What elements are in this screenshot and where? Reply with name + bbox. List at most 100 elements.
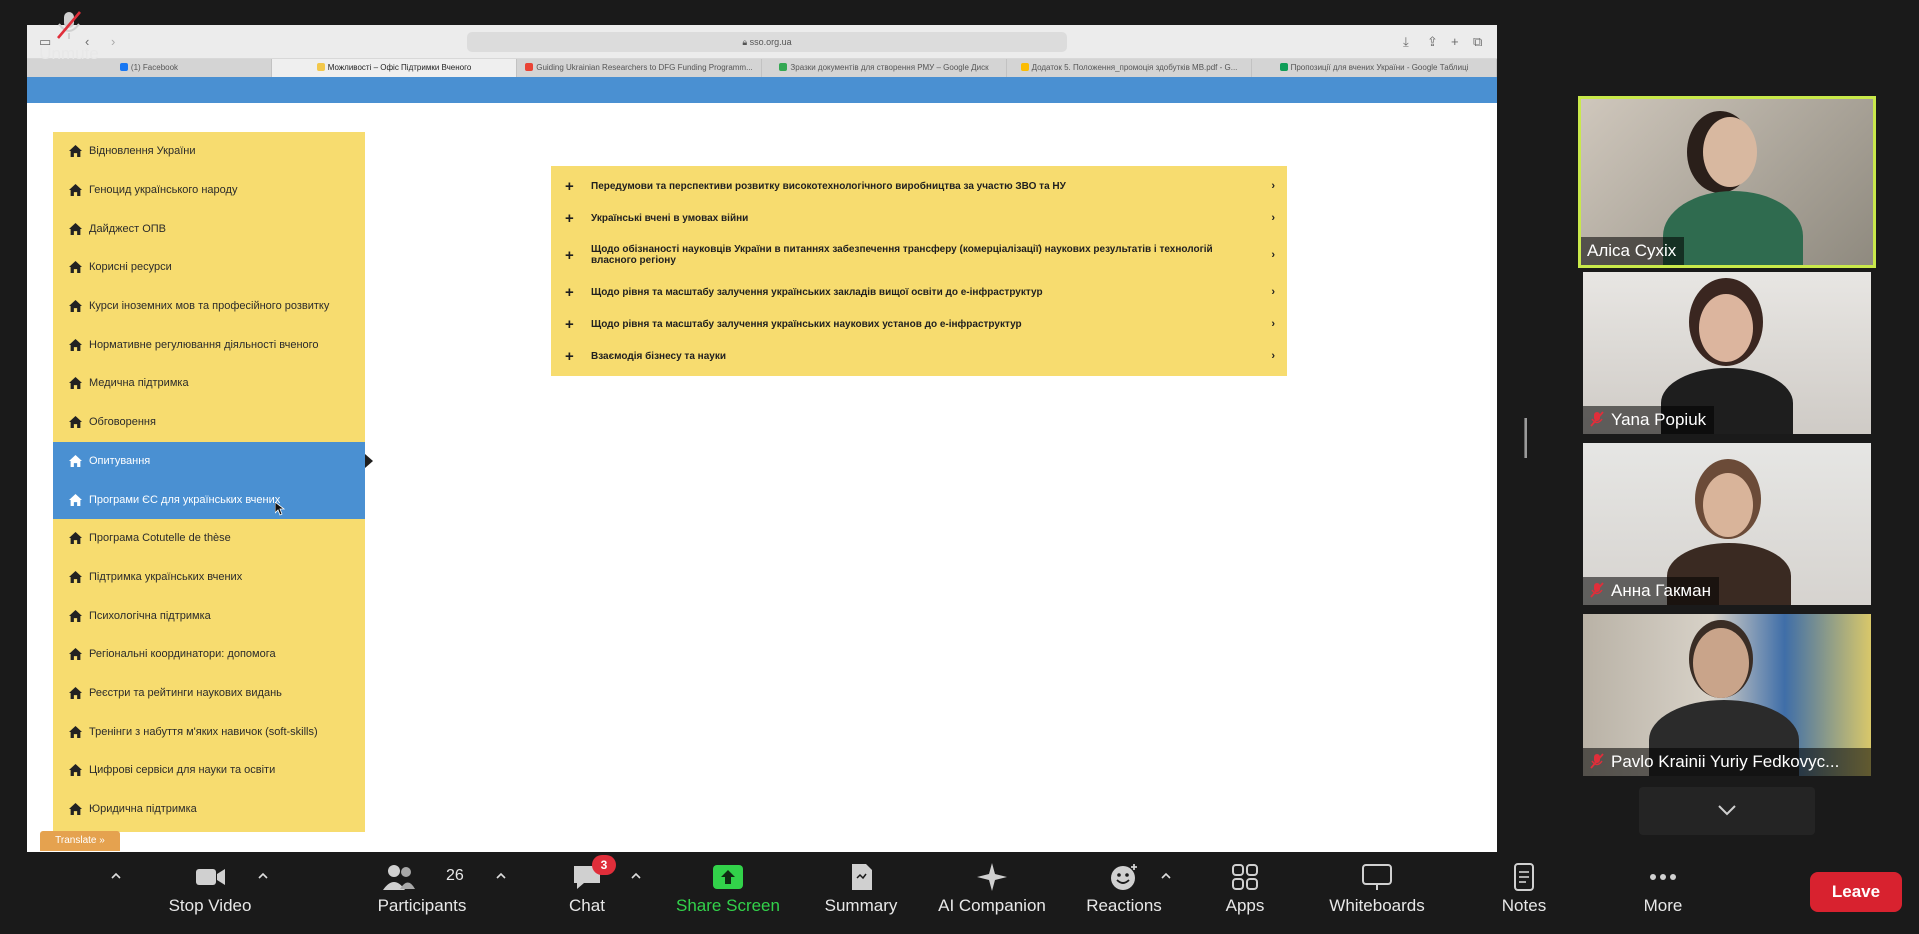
home-icon [69, 454, 82, 467]
whiteboard-icon [1362, 864, 1392, 890]
video-options-caret-icon[interactable] [257, 870, 269, 882]
participant-name-label: Анна Гакман [1583, 577, 1719, 605]
share-screen-icon [713, 865, 743, 889]
menu-item[interactable]: Юридична підтримка [53, 790, 365, 829]
menu-item[interactable]: Нормативне регулювання діяльності вченог… [53, 325, 365, 364]
menu-item-active[interactable]: Опитування [53, 441, 373, 481]
participant-silhouette [1693, 628, 1749, 698]
share-screen-button[interactable]: Share Screen [672, 862, 784, 916]
accordion-item[interactable]: + Передумови та перспективи розвитку висо… [551, 170, 1287, 202]
menu-item[interactable]: Цифрові сервіси для науки та освіти [53, 751, 365, 790]
unmute-options-caret-icon[interactable] [110, 870, 122, 882]
participant-silhouette [1699, 294, 1753, 362]
browser-tab[interactable]: Guiding Ukrainian Researchers to DFG Fun… [517, 59, 762, 77]
participant-count: 26 [446, 867, 464, 884]
address-bar[interactable]: 🔒︎ sso.org.ua [467, 32, 1067, 52]
menu-item[interactable]: Корисні ресурси [53, 248, 365, 287]
site-header-bar [27, 77, 1497, 103]
forward-icon[interactable]: › [111, 34, 115, 50]
more-button[interactable]: More [1638, 862, 1688, 916]
participant-silhouette [1703, 473, 1753, 537]
browser-tabs: (1) Facebook Можливості – Офіс Підтримки… [27, 59, 1497, 77]
notes-icon [1514, 863, 1534, 891]
menu-item[interactable]: Тренінги з набуття м'яких навичок (soft-… [53, 712, 365, 751]
scroll-tiles-button[interactable] [1639, 787, 1815, 835]
unmute-button[interactable]: Unmute [30, 10, 108, 64]
browser-toolbar: ▭ ‹ › 🔒︎ sso.org.ua ⤓ ⇪ + ⧉ [27, 25, 1497, 59]
menu-item-hover[interactable]: Програми ЄС для українських вчених [53, 480, 365, 519]
ai-companion-button[interactable]: AI Companion [932, 862, 1052, 916]
reactions-options-caret-icon[interactable] [1160, 870, 1172, 882]
new-tab-icon[interactable]: + [1451, 34, 1459, 50]
whiteboards-button[interactable]: Whiteboards [1322, 862, 1432, 916]
leave-meeting-button[interactable]: Leave [1810, 872, 1902, 912]
browser-tab-active[interactable]: Можливості – Офіс Підтримки Вченого [272, 59, 517, 77]
chevron-right-icon: › [1271, 317, 1275, 330]
menu-item[interactable]: Програма Cotutelle de thèse [53, 519, 365, 558]
menu-item[interactable]: Підтримка українських вчених [53, 558, 365, 597]
menu-item[interactable]: Реєстри та рейтинги наукових видань [53, 674, 365, 713]
mic-off-icon [1590, 582, 1604, 598]
browser-tab[interactable]: Додаток 5. Положення_промоція здобутків … [1007, 59, 1252, 77]
menu-item[interactable]: Геноцид українського народу [53, 171, 365, 210]
download-icon[interactable]: ⤓ [1403, 34, 1409, 50]
notes-button[interactable]: Notes [1496, 862, 1552, 916]
browser-tab[interactable]: Пропозиції для вчених України - Google Т… [1252, 59, 1497, 77]
home-icon [69, 609, 82, 622]
home-icon [69, 222, 82, 235]
favicon-icon [1020, 63, 1029, 71]
share-icon[interactable]: ⇪ [1427, 34, 1438, 50]
browser-tab[interactable]: Зразки документів для створення РМУ – Go… [762, 59, 1007, 77]
favicon-icon [119, 63, 128, 71]
participant-name-label: Pavlo Krainii Yuriy Fedkovyc... [1583, 748, 1871, 776]
video-tile[interactable]: Yana Popiuk [1583, 272, 1871, 434]
stop-video-button[interactable]: Stop Video [160, 862, 260, 916]
accordion-item[interactable]: + Щодо обізнаності науковців України в пи… [551, 234, 1287, 276]
tab-overview-icon[interactable]: ⧉ [1473, 34, 1482, 50]
summary-button[interactable]: Summary [820, 862, 902, 916]
menu-item[interactable]: Регіональні координатори: допомога [53, 635, 365, 674]
video-tile-active-speaker[interactable]: Аліса Сухіх [1578, 96, 1876, 268]
chat-unread-badge: 3 [592, 855, 616, 875]
reactions-button[interactable]: Reactions [1082, 862, 1166, 916]
chevron-right-icon: › [1271, 179, 1275, 192]
accordion-item[interactable]: + Щодо рівня та масштабу залучення україн… [551, 276, 1287, 308]
video-tile[interactable]: Анна Гакман [1583, 443, 1871, 605]
accordion-item[interactable]: + Щодо рівня та масштабу залучення україн… [551, 308, 1287, 340]
translate-button[interactable]: Translate » [40, 831, 120, 851]
panel-resize-handle[interactable] [1524, 418, 1527, 458]
home-icon [69, 261, 82, 274]
home-icon [69, 300, 82, 313]
participants-options-caret-icon[interactable] [495, 870, 507, 882]
menu-item[interactable]: Обговорення [53, 403, 365, 442]
home-icon [69, 145, 82, 158]
menu-item[interactable]: Курси іноземних мов та професійного розв… [53, 287, 365, 326]
mic-off-icon [1590, 411, 1604, 427]
home-icon [69, 570, 82, 583]
home-icon [69, 687, 82, 699]
chevron-down-icon [1718, 805, 1736, 816]
chevron-right-icon: › [1271, 285, 1275, 298]
menu-item[interactable]: Медична підтримка [53, 364, 365, 403]
zoom-meeting-window: ▭ ‹ › 🔒︎ sso.org.ua ⤓ ⇪ + ⧉ (1) Facebook… [0, 0, 1919, 934]
accordion-item[interactable]: + Взаємодія бізнесу та науки › [551, 340, 1287, 372]
chat-options-caret-icon[interactable] [630, 870, 642, 882]
site-side-menu: Відновлення України Геноцид українського… [53, 132, 373, 832]
home-icon [69, 493, 82, 506]
menu-item[interactable]: Відновлення України [53, 132, 365, 171]
menu-item[interactable]: Психологічна підтримка [53, 596, 365, 635]
participant-silhouette [1703, 117, 1757, 187]
plus-icon: + [565, 283, 574, 301]
video-tile[interactable]: Pavlo Krainii Yuriy Fedkovyc... [1583, 614, 1871, 776]
chevron-right-icon: › [1271, 211, 1275, 224]
active-pointer-icon [365, 453, 373, 468]
home-icon [69, 377, 82, 390]
home-icon [69, 764, 82, 777]
menu-item[interactable]: Дайджест ОПВ [53, 209, 365, 248]
apps-button[interactable]: Apps [1220, 862, 1270, 916]
more-dots-icon [1650, 874, 1676, 880]
plus-icon: + [565, 246, 574, 264]
home-icon [69, 338, 82, 351]
accordion-item[interactable]: + Українські вчені в умовах війни › [551, 202, 1287, 234]
mic-off-icon [1590, 753, 1604, 769]
